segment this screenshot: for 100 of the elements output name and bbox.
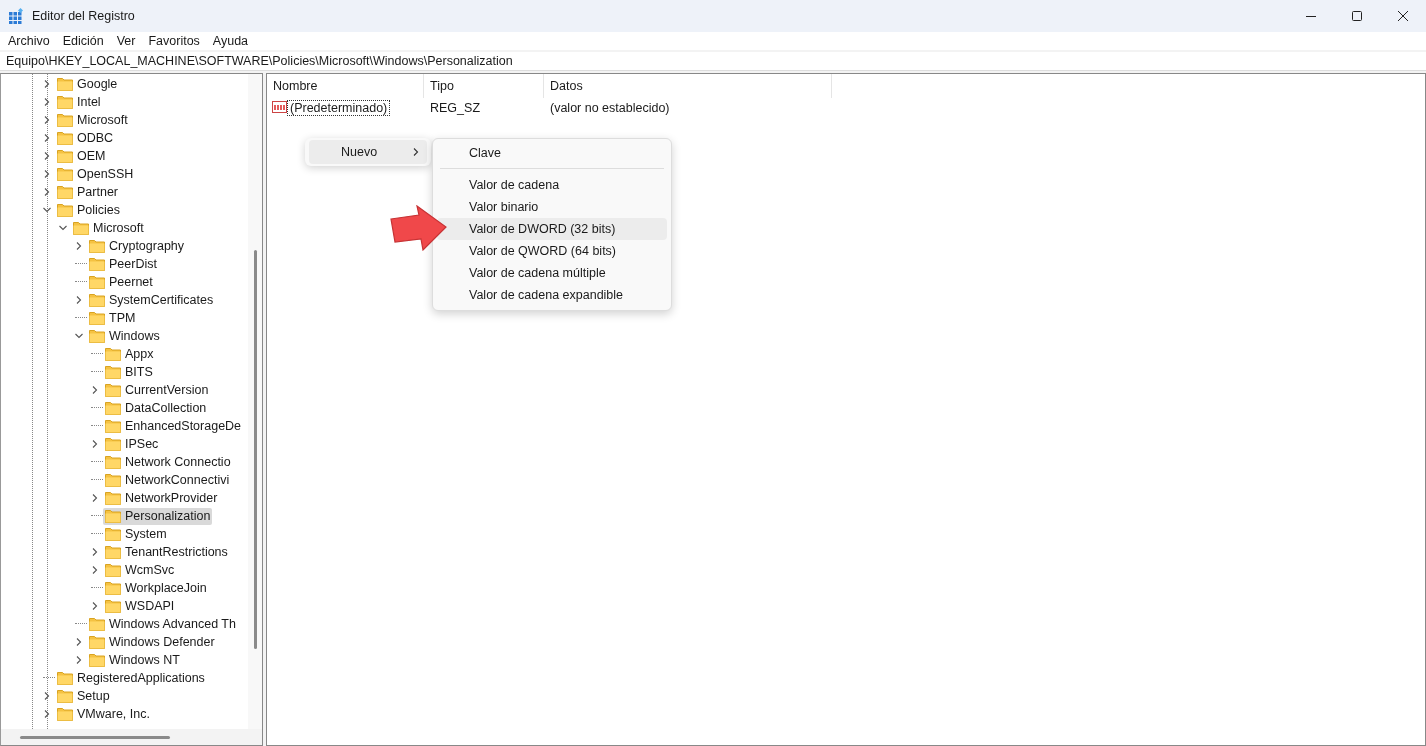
folder-icon (105, 509, 121, 523)
tree-item[interactable]: TenantRestrictions (103, 543, 230, 561)
table-cell-text: (valor no establecido) (549, 101, 671, 115)
tree-item[interactable]: Google (55, 75, 120, 93)
folder-icon (105, 563, 121, 577)
tree-item[interactable]: Windows Defender (87, 633, 217, 651)
folder-icon (89, 617, 105, 631)
folder-icon (57, 707, 73, 721)
tree-item[interactable]: NetworkConnectivi (103, 471, 232, 489)
tree-item[interactable]: WorkplaceJoin (103, 579, 209, 597)
chevron-right-icon (411, 147, 421, 157)
folder-icon (105, 491, 121, 505)
column-header[interactable]: Nombre (267, 74, 424, 98)
folder-icon (105, 401, 121, 415)
tree-item[interactable]: Cryptography (87, 237, 187, 255)
menu-item[interactable]: Archivo (8, 34, 50, 48)
menu-item[interactable]: Valor de cadena (437, 174, 667, 196)
address-field[interactable]: Equipo\HKEY_LOCAL_MACHINE\SOFTWARE\Policies\Microsoft\Windows\Personalization (0, 52, 1426, 71)
folder-icon (57, 149, 73, 163)
menu-item[interactable]: Valor binario (437, 196, 667, 218)
scrollbar-thumb[interactable] (253, 250, 257, 649)
folder-icon (89, 239, 105, 253)
tree-item[interactable]: Peernet (87, 273, 155, 291)
tree-item[interactable]: WcmSvc (103, 561, 177, 579)
chevron-right-icon[interactable] (90, 439, 100, 449)
tree-item[interactable]: OEM (55, 147, 108, 165)
table-cell-text: REG_SZ (429, 101, 481, 115)
tree-item[interactable]: Windows (87, 327, 162, 345)
menu-item[interactable]: Clave (437, 142, 667, 164)
tree-item[interactable]: EnhancedStorageDe (103, 417, 244, 435)
folder-icon (57, 77, 73, 91)
column-header[interactable]: Tipo (424, 74, 544, 98)
tree-item[interactable]: Partner (55, 183, 120, 201)
tree-item[interactable]: Windows Advanced Th (87, 615, 238, 633)
chevron-right-icon[interactable] (90, 385, 100, 395)
tree-item[interactable]: IPSec (103, 435, 161, 453)
tree-item[interactable]: Microsoft (71, 219, 146, 237)
folder-icon (89, 329, 105, 343)
tree-item[interactable]: Personalization (103, 507, 213, 525)
tree-item[interactable]: System (103, 525, 169, 543)
folder-icon (105, 473, 121, 487)
chevron-right-icon[interactable] (74, 295, 84, 305)
folder-icon (105, 383, 121, 397)
menu-item[interactable]: Valor de DWORD (32 bits) (437, 218, 667, 240)
folder-icon (57, 167, 73, 181)
chevron-right-icon[interactable] (74, 241, 84, 251)
folder-icon (105, 581, 121, 595)
tree-item[interactable]: Policies (55, 201, 123, 219)
tree-item[interactable]: OpenSSH (55, 165, 136, 183)
tree-item[interactable]: Intel (55, 93, 103, 111)
tree-item[interactable]: Microsoft (55, 111, 130, 129)
tree-item[interactable]: WSDAPI (103, 597, 177, 615)
folder-icon (105, 437, 121, 451)
folder-icon (89, 275, 105, 289)
tree-item[interactable]: Windows NT (87, 651, 182, 669)
folder-icon (57, 689, 73, 703)
tree-item[interactable]: ODBC (55, 129, 116, 147)
folder-icon (105, 347, 121, 361)
tree-item[interactable]: NetworkProvider (103, 489, 220, 507)
tree-item[interactable]: RegisteredApplications (55, 669, 207, 687)
scrollbar-thumb[interactable] (20, 735, 170, 739)
folder-icon (57, 671, 73, 685)
pointer-arrow-icon (389, 205, 449, 251)
folder-icon (89, 311, 105, 325)
chevron-right-icon[interactable] (90, 493, 100, 503)
tree-item[interactable]: TPM (87, 309, 138, 327)
menu-item[interactable]: Nuevo (309, 140, 427, 164)
menu-item[interactable]: Ver (116, 34, 136, 48)
folder-icon (105, 545, 121, 559)
chevron-right-icon[interactable] (90, 601, 100, 611)
folder-icon (89, 635, 105, 649)
folder-icon (57, 95, 73, 109)
menu-item[interactable]: Valor de cadena múltiple (437, 262, 667, 284)
tree-item[interactable]: DataCollection (103, 399, 209, 417)
tree-item[interactable]: Network Connectio (103, 453, 233, 471)
window-title: Editor del Registro (32, 9, 135, 23)
folder-icon (105, 455, 121, 469)
folder-icon (57, 185, 73, 199)
folder-icon (73, 221, 89, 235)
tree-item[interactable]: Setup (55, 687, 112, 705)
menu-item[interactable]: Favoritos (148, 34, 200, 48)
folder-icon (105, 419, 121, 433)
column-header[interactable]: Datos (544, 74, 832, 98)
menu-item[interactable]: Ayuda (212, 34, 249, 48)
menu-item[interactable]: Valor de QWORD (64 bits) (437, 240, 667, 262)
folder-icon (105, 599, 121, 613)
tree-item[interactable]: BITS (103, 363, 155, 381)
folder-icon (57, 203, 73, 217)
folder-icon (105, 365, 121, 379)
tree-item[interactable]: CurrentVersion (103, 381, 211, 399)
table-cell[interactable]: (Predeterminado) (288, 101, 390, 115)
menu-item[interactable]: Valor de cadena expandible (437, 284, 667, 306)
tree-item[interactable]: Appx (103, 345, 156, 363)
tree-item[interactable]: SystemCertificates (87, 291, 216, 309)
folder-icon (89, 293, 105, 307)
tree-item[interactable]: PeerDist (87, 255, 159, 273)
chevron-down-icon[interactable] (74, 331, 84, 341)
menu-item[interactable]: Edición (62, 34, 104, 48)
tree-item[interactable]: VMware, Inc. (55, 705, 152, 723)
registry-grid-icon (8, 8, 24, 24)
